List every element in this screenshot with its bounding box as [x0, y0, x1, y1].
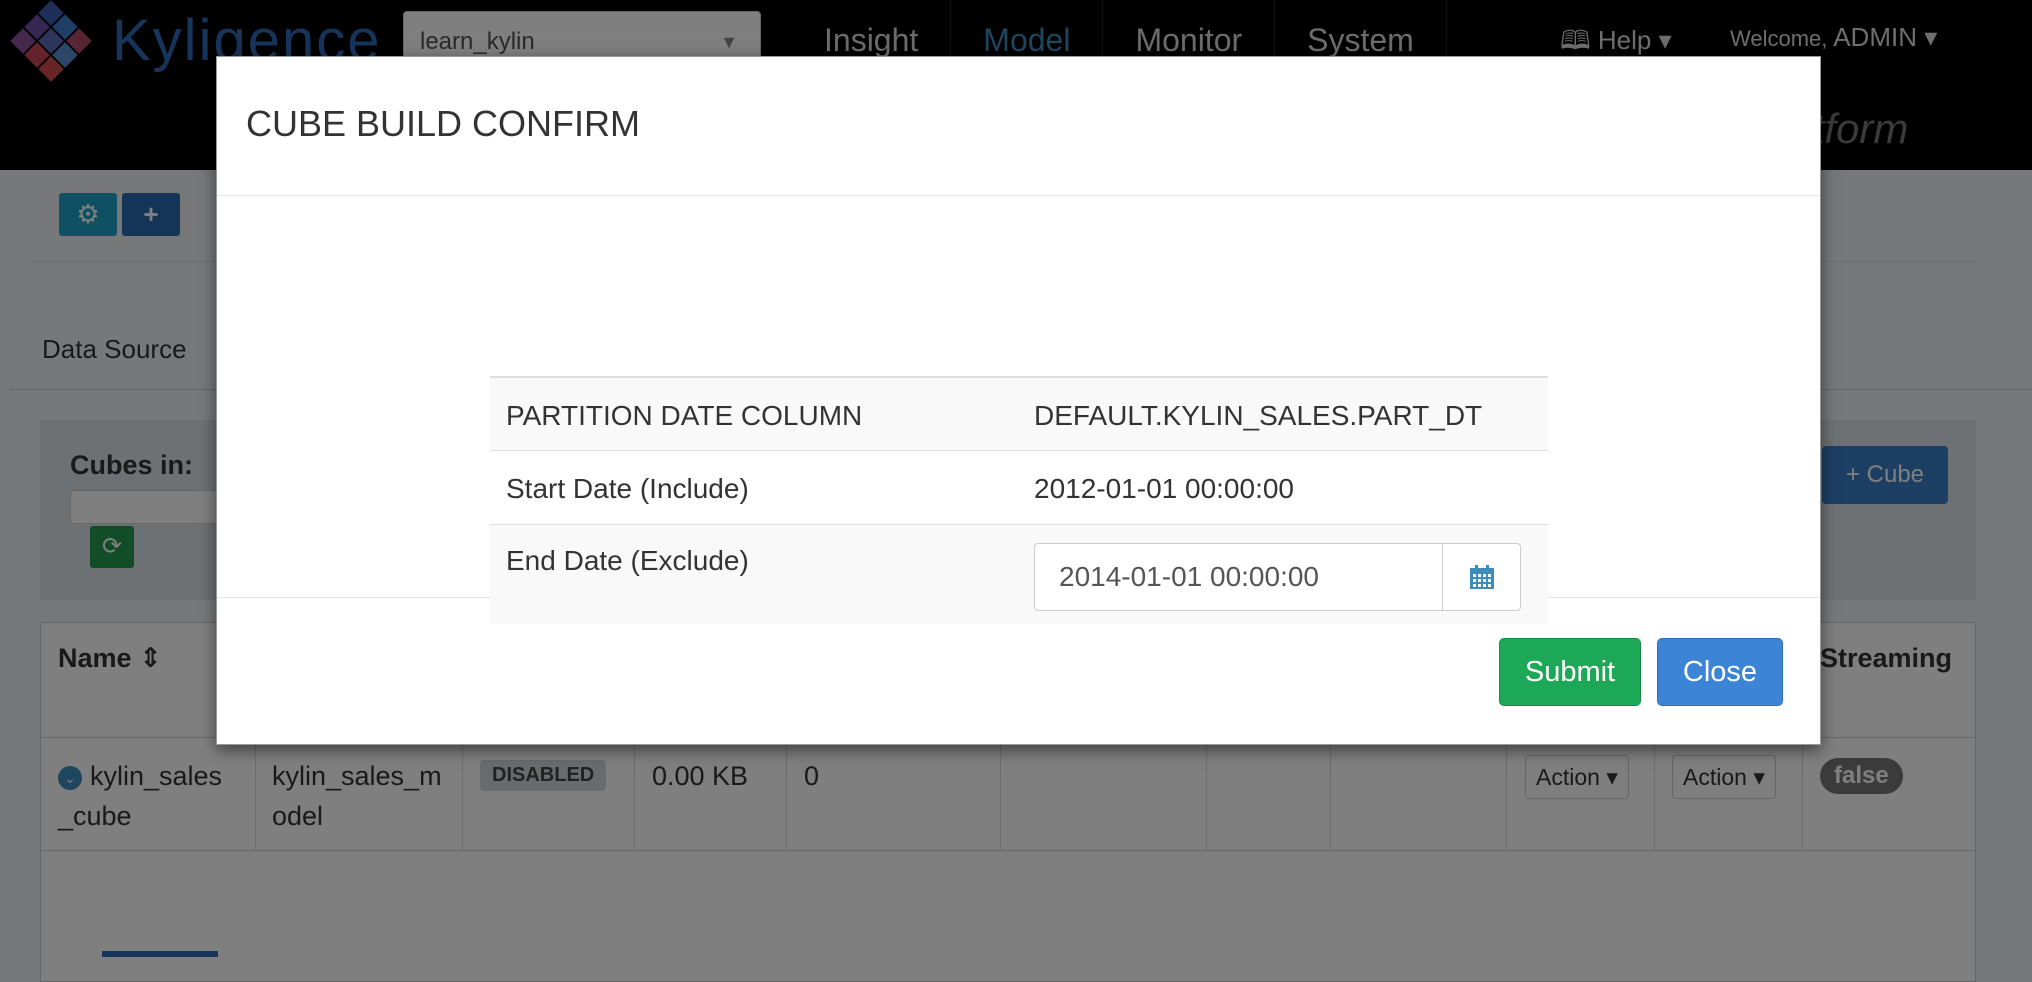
modal-body: PARTITION DATE COLUMN DEFAULT.KYLIN_SALE…	[217, 196, 1820, 624]
submit-button[interactable]: Submit	[1499, 638, 1641, 706]
close-button[interactable]: Close	[1657, 638, 1783, 706]
modal-title: CUBE BUILD CONFIRM	[246, 103, 641, 144]
build-params-table: PARTITION DATE COLUMN DEFAULT.KYLIN_SALE…	[490, 376, 1548, 624]
cube-build-confirm-modal: CUBE BUILD CONFIRM PARTITION DATE COLUMN…	[216, 56, 1821, 745]
modal-footer: Submit Close	[217, 598, 1820, 746]
modal-header: CUBE BUILD CONFIRM	[217, 57, 1820, 196]
start-date-value: 2012-01-01 00:00:00	[1034, 472, 1294, 504]
start-date-label: Start Date (Include)	[506, 472, 749, 504]
partition-column-label: PARTITION DATE COLUMN	[506, 400, 863, 431]
table-row: PARTITION DATE COLUMN DEFAULT.KYLIN_SALE…	[490, 377, 1548, 450]
partition-column-value: DEFAULT.KYLIN_SALES.PART_DT	[1034, 400, 1483, 431]
calendar-icon	[1469, 564, 1494, 589]
table-row: Start Date (Include) 2012-01-01 00:00:00	[490, 450, 1548, 524]
